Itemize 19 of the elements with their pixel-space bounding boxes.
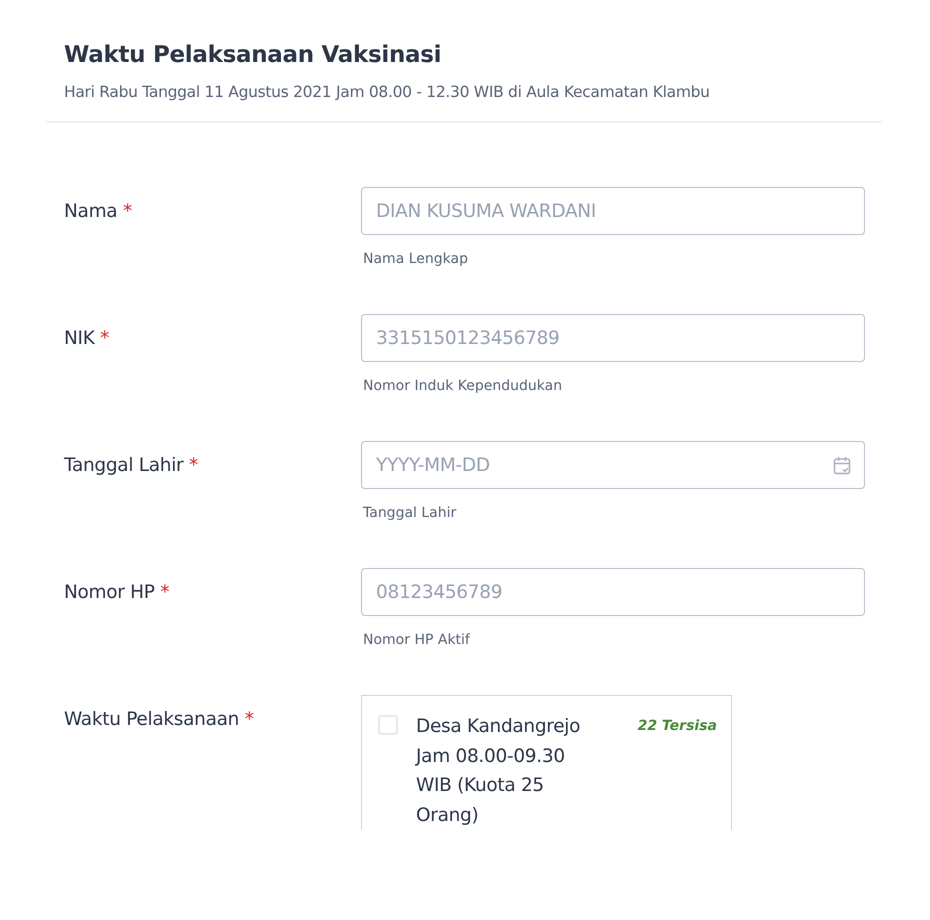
field-hint: Nomor Induk Kependudukan: [363, 378, 564, 394]
field-label: Nama *: [64, 200, 133, 222]
input-field[interactable]: 3315150123456789: [361, 314, 865, 362]
section-subtitle: Hari Rabu Tanggal 11 Agustus 2021 Jam 08.00 - 12.30 WIB di Aula Kecamatan Klambu: [64, 83, 711, 101]
field-hint: Nomor HP Aktif: [363, 632, 471, 648]
date-field[interactable]: YYYY-MM-DD: [361, 441, 865, 489]
section-title: Waktu Pelaksanaan Vaksinasi: [64, 42, 442, 68]
input-field[interactable]: DIAN KUSUMA WARDANI: [361, 187, 865, 235]
checkbox[interactable]: [378, 715, 398, 735]
input-field[interactable]: 08123456789: [361, 568, 865, 616]
field-label: Nomor HP *: [64, 581, 170, 603]
field-label: Tanggal Lahir *: [64, 454, 199, 476]
field-label: Waktu Pelaksanaan *: [64, 708, 255, 730]
option-label[interactable]: Desa Kandangrejo Jam 08.00-09.30 WIB (Kuota 25 Orang): [416, 712, 588, 830]
remaining-quota: 22 Tersisa: [638, 718, 717, 734]
field-label: NIK *: [64, 327, 110, 349]
field-hint: Nama Lengkap: [363, 251, 469, 267]
field-hint: Tanggal Lahir: [363, 505, 458, 521]
calendar-icon[interactable]: [833, 456, 851, 475]
